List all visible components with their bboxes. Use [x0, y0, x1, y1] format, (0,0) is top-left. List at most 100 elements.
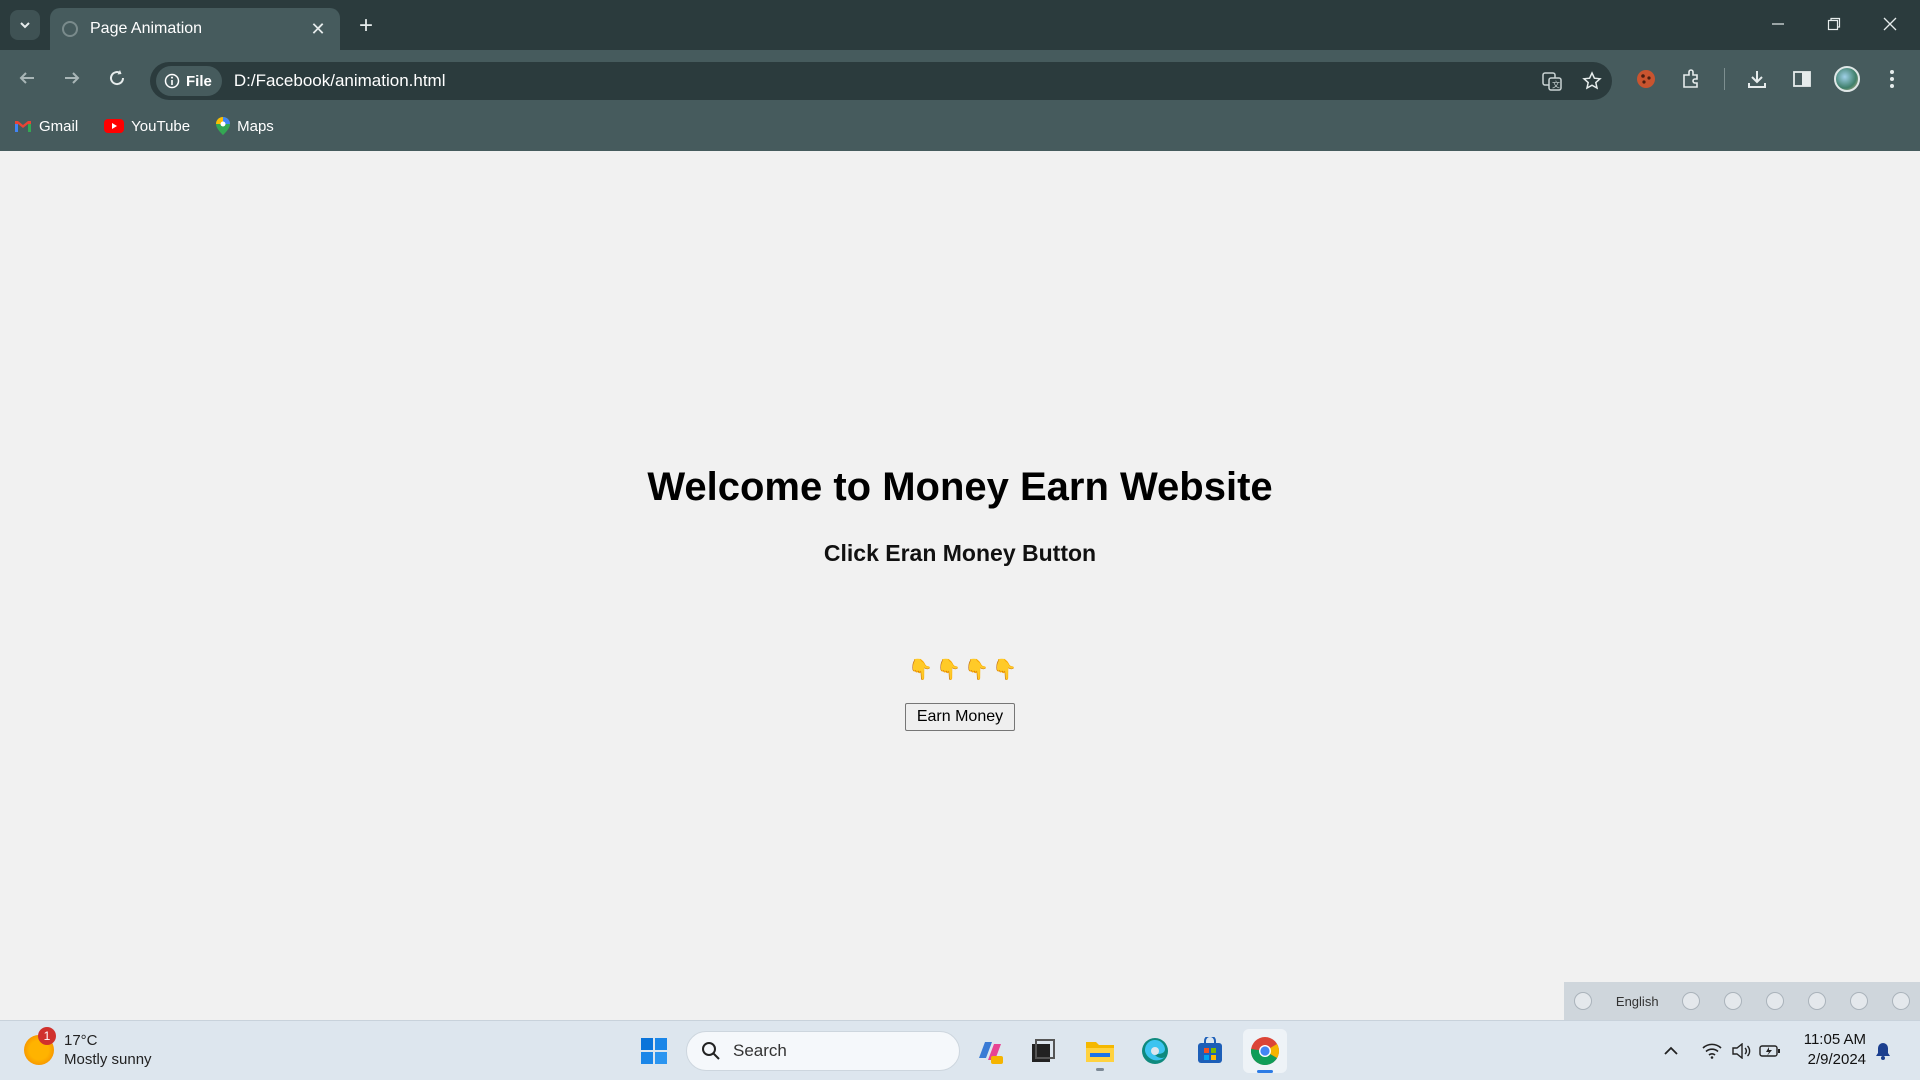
edge-app[interactable] [1133, 1029, 1177, 1073]
tab-strip: Page Animation ✕ + [0, 0, 1920, 50]
arrow-left-icon [19, 72, 34, 84]
system-clock[interactable]: 11:05 AM 2/9/2024 [1790, 1030, 1866, 1070]
windows-icon [641, 1038, 667, 1064]
url-text[interactable]: D:/Facebook/animation.html [234, 71, 1532, 91]
restore-button[interactable] [1806, 0, 1862, 48]
wifi-icon[interactable] [1701, 1041, 1723, 1061]
reload-button[interactable] [100, 61, 134, 95]
extensions-icon[interactable] [1673, 61, 1709, 97]
earn-money-button[interactable]: Earn Money [905, 703, 1015, 731]
ime-cloud-icon[interactable] [1682, 992, 1701, 1010]
task-view-app[interactable] [1021, 1029, 1065, 1073]
side-panel-icon[interactable] [1784, 61, 1820, 97]
task-view-icon [1032, 1039, 1055, 1062]
minimize-button[interactable] [1750, 0, 1806, 48]
notification-badge: 1 [38, 1027, 56, 1045]
info-icon [164, 73, 180, 89]
site-info-chip[interactable]: File [156, 66, 222, 96]
weather-widget[interactable]: 1 17°C Mostly sunny [24, 1027, 152, 1069]
profile-avatar[interactable] [1829, 61, 1865, 97]
ime-settings-icon[interactable] [1766, 992, 1785, 1010]
ime-info-icon[interactable] [1891, 992, 1910, 1010]
bookmark-label: Gmail [39, 117, 79, 135]
maps-icon [216, 117, 231, 135]
ime-pen-icon[interactable] [1808, 992, 1827, 1010]
new-tab-button[interactable]: + [352, 12, 380, 40]
close-icon [1883, 17, 1897, 31]
notification-bell-icon[interactable] [1874, 1041, 1892, 1066]
folder-icon [1086, 1042, 1114, 1062]
browser-toolbar: File D:/Facebook/animation.html 文 Gmail [0, 50, 1920, 158]
copilot-app[interactable] [968, 1029, 1012, 1073]
pointing-down-emoji: 👇 [908, 659, 933, 681]
edge-icon [1142, 1038, 1168, 1064]
ime-help-icon[interactable] [1850, 992, 1869, 1010]
bookmark-gmail[interactable]: Gmail [14, 118, 78, 135]
cookie-extension-icon[interactable] [1628, 61, 1664, 97]
back-button[interactable] [10, 61, 44, 95]
download-icon[interactable] [1739, 61, 1775, 97]
taskbar: 1 17°C Mostly sunny Search 11:05 AM 2/9/… [0, 1020, 1920, 1080]
copilot-icon [979, 1042, 1003, 1064]
gmail-icon [14, 119, 32, 133]
chevron-up-icon [1664, 1046, 1678, 1055]
globe-icon [62, 21, 78, 37]
bookmark-youtube[interactable]: YouTube [104, 118, 190, 135]
reload-icon [110, 70, 125, 86]
avatar [1834, 66, 1860, 92]
tab-search-button[interactable] [10, 10, 40, 40]
menu-button[interactable] [1874, 61, 1910, 97]
restore-icon [1827, 17, 1841, 31]
translate-icon[interactable]: 文 [1532, 62, 1572, 100]
address-bar[interactable]: File D:/Facebook/animation.html 文 [150, 62, 1612, 100]
weather-description: Mostly sunny [64, 1051, 152, 1068]
security-chip-label: File [186, 72, 212, 90]
arrow-right-icon [65, 72, 80, 84]
show-hidden-icons-button[interactable] [1660, 1041, 1682, 1061]
bookmark-maps[interactable]: Maps [216, 117, 274, 135]
youtube-icon [104, 119, 125, 133]
start-button[interactable] [632, 1029, 676, 1073]
svg-text:文: 文 [1552, 80, 1560, 90]
running-indicator [1096, 1068, 1104, 1071]
file-explorer-app[interactable] [1078, 1029, 1122, 1073]
bookmark-label: Maps [237, 117, 274, 135]
clock-date: 2/9/2024 [1807, 1051, 1866, 1068]
close-icon[interactable]: ✕ [308, 19, 328, 40]
ime-language-bar: English [1564, 982, 1920, 1020]
pointing-down-emoji: 👇 [992, 659, 1017, 681]
ime-logo-icon[interactable] [1574, 992, 1592, 1010]
store-icon [1198, 1037, 1222, 1063]
bookmark-star-icon[interactable] [1572, 62, 1612, 100]
weather-temperature: 17°C [64, 1032, 98, 1049]
volume-icon[interactable] [1730, 1041, 1752, 1061]
search-icon [702, 1042, 720, 1060]
chevron-down-icon [20, 22, 30, 29]
ime-language[interactable]: English [1616, 994, 1659, 1009]
clock-time: 11:05 AM [1803, 1031, 1866, 1048]
ime-brush-icon[interactable] [1724, 992, 1743, 1010]
chrome-icon [1250, 1037, 1279, 1065]
tab-page-animation[interactable]: Page Animation ✕ [50, 8, 340, 50]
store-app[interactable] [1188, 1029, 1232, 1073]
tab-title: Page Animation [90, 20, 203, 37]
search-placeholder: Search [733, 1041, 787, 1060]
sun-icon: 1 [24, 1027, 56, 1065]
page-title: Welcome to Money Earn Website [647, 465, 1273, 509]
bookmark-label: YouTube [131, 117, 191, 135]
pointing-down-emoji: 👇 [964, 659, 989, 681]
forward-button[interactable] [55, 61, 89, 95]
chrome-app[interactable] [1243, 1029, 1287, 1073]
bookmarks-bar: Gmail YouTube Maps [0, 112, 286, 140]
active-indicator [1257, 1070, 1273, 1073]
pointer-emoji-row: 👇 👇 👇 👇 [0, 657, 1920, 681]
toolbar-separator [1724, 68, 1725, 90]
taskbar-search[interactable]: Search [686, 1031, 960, 1071]
page-viewport: Welcome to Money Earn Website Click Eran… [0, 151, 1920, 1021]
window-close-button[interactable] [1862, 0, 1918, 48]
minimize-icon [1772, 23, 1784, 25]
page-subtitle: Click Eran Money Button [823, 540, 1097, 566]
pointing-down-emoji: 👇 [936, 659, 961, 681]
battery-icon[interactable] [1759, 1041, 1781, 1061]
more-vert-icon [1890, 70, 1894, 88]
